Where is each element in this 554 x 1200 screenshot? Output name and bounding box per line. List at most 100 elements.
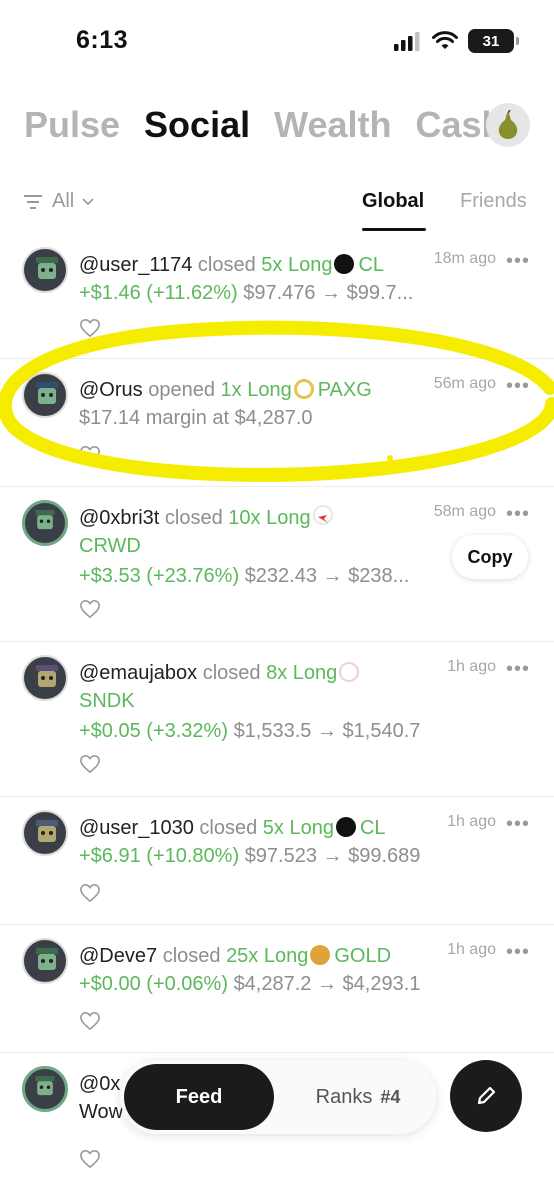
feed-item[interactable]: @user_1174 closed 5x Long CL +$1.46 (+11.…: [0, 234, 554, 359]
feed-text: @Deve7 closed 25x Long GOLD +$0.00 (+0.06…: [79, 942, 454, 998]
feed-button[interactable]: Feed: [124, 1064, 274, 1130]
paxg-coin-icon: [293, 379, 314, 399]
username[interactable]: @user_1174: [79, 254, 192, 276]
status-bar: 6:13 31: [0, 0, 554, 80]
username[interactable]: @Orus: [79, 379, 143, 401]
segment-global[interactable]: Global: [362, 190, 424, 213]
timestamp: 1h ago: [447, 658, 496, 675]
action: closed: [202, 662, 261, 684]
more-options-icon[interactable]: •••: [506, 250, 530, 273]
heart-icon[interactable]: [79, 883, 101, 903]
action: closed: [164, 507, 223, 529]
profile-avatar[interactable]: [486, 103, 530, 147]
heart-icon[interactable]: [79, 599, 101, 619]
avatar[interactable]: [22, 810, 68, 856]
filter-label: All: [52, 190, 75, 212]
username[interactable]: @emaujabox: [79, 662, 197, 684]
username[interactable]: @0x: [79, 1073, 120, 1095]
crowdstrike-icon: [312, 505, 333, 525]
wifi-icon: [432, 31, 458, 49]
pnl: +$0.00 (+0.06%): [79, 973, 228, 995]
sandisk-icon: [339, 662, 360, 682]
ticker[interactable]: CRWD: [79, 535, 141, 557]
avatar[interactable]: [22, 372, 68, 418]
ticker[interactable]: GOLD: [334, 945, 391, 967]
username[interactable]: @Deve7: [79, 945, 157, 967]
more-options-icon[interactable]: •••: [506, 375, 530, 398]
action: opened: [148, 379, 215, 401]
ticker[interactable]: CL: [360, 817, 386, 839]
avatar[interactable]: [22, 1066, 68, 1112]
bottom-nav: Feed Ranks #4: [120, 1060, 436, 1134]
ticker[interactable]: CL: [358, 254, 384, 276]
margin-detail: $17.14 margin at $4,287.0: [79, 407, 313, 429]
post-text: Wow: [79, 1101, 124, 1123]
prices: $1,533.5 → $1,540.7: [233, 720, 421, 742]
feed-item[interactable]: @Orus opened 1x Long PAXG $17.14 margin a…: [0, 359, 554, 579]
position: 1x Long: [220, 379, 292, 401]
pencil-icon: [477, 1086, 496, 1105]
feed-text: @0xbri3t closed 10x Long CRWD +$3.53 (+23…: [79, 504, 454, 590]
ranks-button[interactable]: Ranks #4: [288, 1064, 428, 1130]
more-options-icon[interactable]: •••: [506, 658, 530, 681]
tab-pulse[interactable]: Pulse: [24, 104, 120, 146]
chevron-down-icon: [82, 197, 94, 205]
timestamp: 1h ago: [447, 941, 496, 958]
segment-underline: [362, 228, 426, 231]
tab-wealth[interactable]: Wealth: [274, 104, 391, 146]
more-options-icon[interactable]: •••: [506, 813, 530, 836]
segment-friends[interactable]: Friends: [460, 190, 527, 213]
gold-coin-icon: [310, 945, 331, 965]
avatar[interactable]: [22, 247, 68, 293]
feed-item[interactable]: @Deve7 closed 25x Long GOLD +$0.00 (+0.06…: [0, 925, 554, 1053]
status-time: 6:13: [76, 26, 129, 54]
feed-item[interactable]: @0xbri3t closed 10x Long CRWD +$3.53 (+23…: [0, 487, 554, 642]
more-options-icon[interactable]: •••: [506, 503, 530, 526]
action: closed: [162, 945, 221, 967]
oil-drop-icon: [335, 817, 356, 837]
feed-text: @user_1174 closed 5x Long CL +$1.46 (+11.…: [79, 251, 454, 307]
heart-icon[interactable]: [79, 1149, 101, 1169]
pnl: +$3.53 (+23.76%): [79, 565, 240, 587]
feed-text: @user_1030 closed 5x Long CL +$6.91 (+10.…: [79, 814, 454, 870]
timestamp: 56m ago: [433, 375, 496, 392]
action: closed: [197, 254, 256, 276]
feed-item[interactable]: @emaujabox closed 8x Long SNDK +$0.05 (+3…: [0, 642, 554, 797]
username[interactable]: @0xbri3t: [79, 507, 159, 529]
cellular-signal-icon: [394, 32, 420, 51]
prices: $232.43 → $238...: [244, 565, 410, 587]
pear-icon: [498, 110, 518, 139]
oil-drop-icon: [334, 254, 355, 274]
heart-icon[interactable]: [79, 445, 101, 465]
timestamp: 1h ago: [447, 813, 496, 830]
heart-icon[interactable]: [79, 1011, 101, 1031]
position: 8x Long: [266, 662, 338, 684]
prices: $4,287.2 → $4,293.1: [233, 973, 421, 995]
ranks-number: #4: [380, 1086, 401, 1107]
more-options-icon[interactable]: •••: [506, 941, 530, 964]
prices: $97.476 → $99.7...: [243, 282, 414, 304]
compose-button[interactable]: [450, 1060, 522, 1132]
avatar[interactable]: [22, 938, 68, 984]
timestamp: 58m ago: [433, 503, 496, 520]
pnl: +$1.46 (+11.62%): [79, 282, 238, 304]
feed-list: @user_1174 closed 5x Long CL +$1.46 (+11.…: [0, 234, 554, 1200]
feed-text: @Orus opened 1x Long PAXG $17.14 margin a…: [79, 376, 454, 432]
heart-icon[interactable]: [79, 754, 101, 774]
tab-social[interactable]: Social: [144, 104, 250, 146]
heart-icon[interactable]: [79, 318, 101, 338]
battery-icon: 31: [468, 29, 519, 53]
pnl: +$6.91 (+10.80%): [79, 845, 240, 867]
ticker[interactable]: SNDK: [79, 690, 135, 712]
username[interactable]: @user_1030: [79, 817, 194, 839]
position: 10x Long: [228, 507, 311, 529]
feed-item[interactable]: @user_1030 closed 5x Long CL +$6.91 (+10.…: [0, 797, 554, 925]
avatar[interactable]: [22, 655, 68, 701]
avatar[interactable]: [22, 500, 68, 546]
filter-dropdown[interactable]: All: [24, 190, 94, 213]
position: 5x Long: [262, 817, 334, 839]
ticker[interactable]: PAXG: [318, 379, 372, 401]
timestamp: 18m ago: [433, 250, 496, 267]
prices: $97.523 → $99.689: [244, 845, 421, 867]
pnl: +$0.05 (+3.32%): [79, 720, 228, 742]
